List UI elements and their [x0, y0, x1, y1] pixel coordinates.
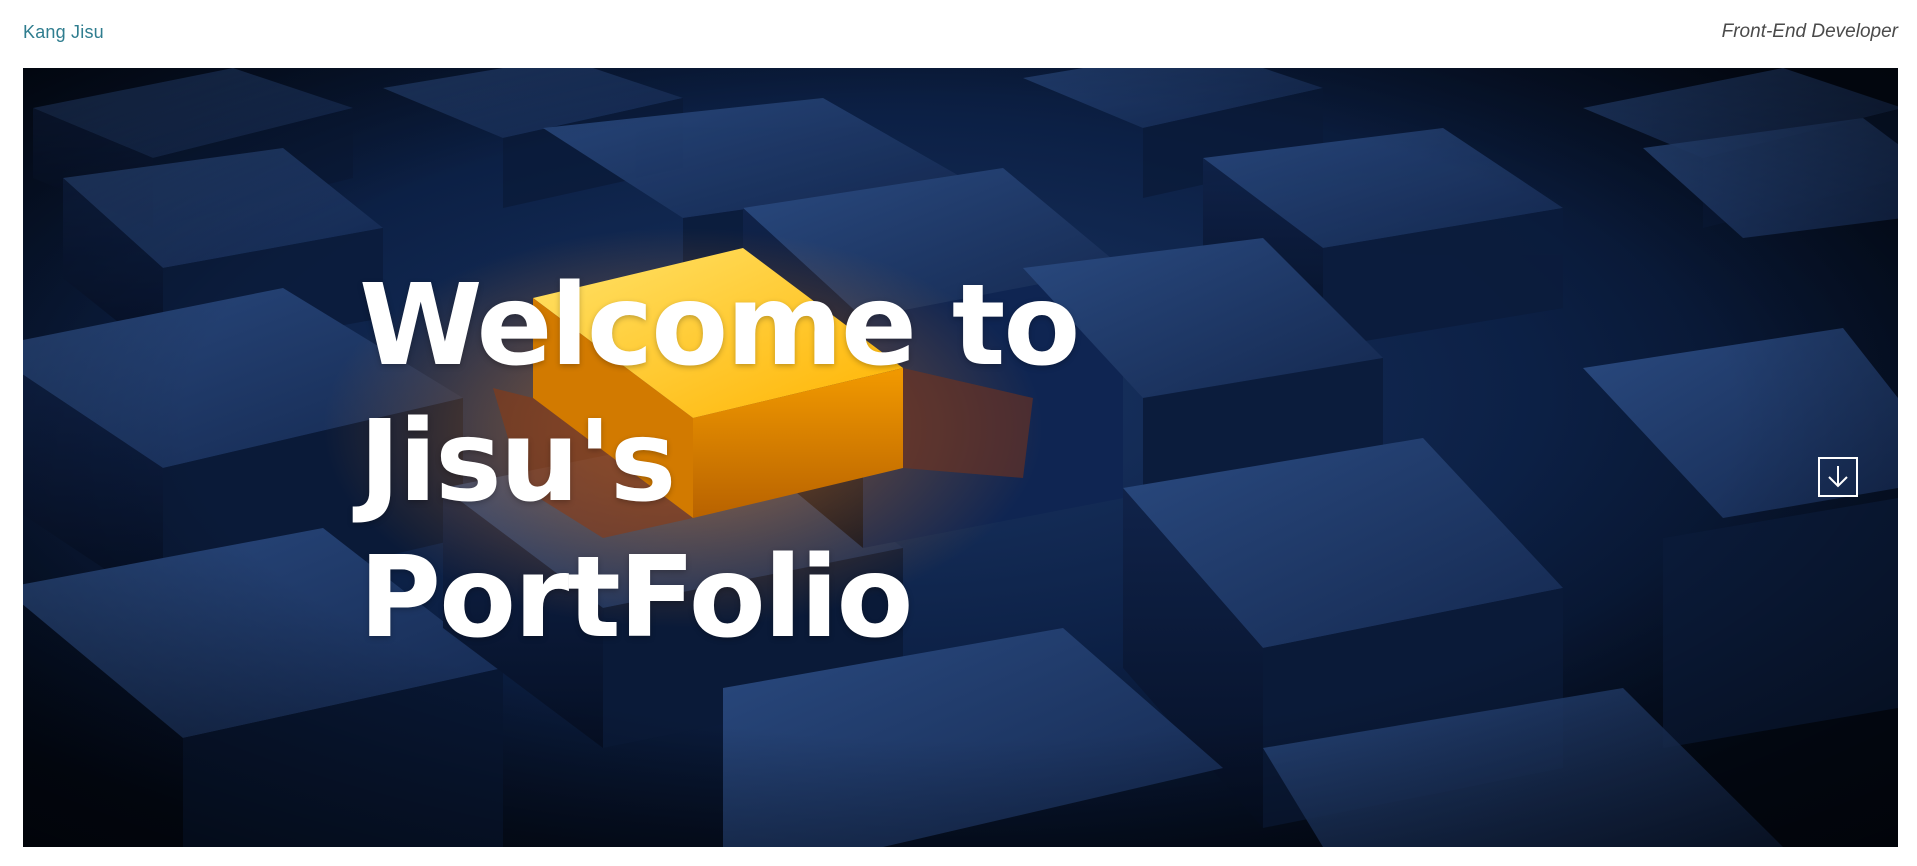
headline-line-3: PortFolio	[359, 533, 913, 663]
hero-section: Welcome to Jisu's PortFolio	[23, 68, 1898, 847]
headline-line-2: Jisu's	[359, 397, 676, 527]
site-header: Kang Jisu Front-End Developer	[0, 0, 1917, 68]
headline-line-1: Welcome to	[359, 261, 1080, 391]
hero-headline: Welcome to Jisu's PortFolio	[359, 258, 1080, 666]
role-tagline: Front-End Developer	[1721, 21, 1898, 42]
brand-link[interactable]: Kang Jisu	[23, 22, 104, 43]
arrow-down-icon	[1828, 466, 1848, 488]
scroll-down-button[interactable]	[1818, 457, 1858, 497]
